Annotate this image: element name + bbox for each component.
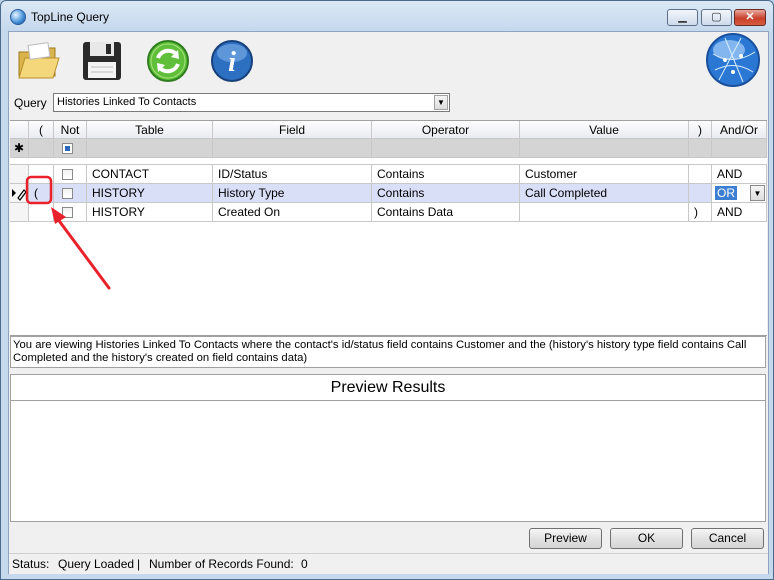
new-row[interactable]: ✱: [10, 139, 767, 158]
cell-field[interactable]: History Type: [213, 184, 372, 203]
status-separator: |: [137, 557, 141, 571]
cell-open-paren[interactable]: (: [29, 184, 54, 203]
cell-and-or[interactable]: AND: [712, 203, 767, 222]
folder-open-icon[interactable]: [15, 38, 61, 84]
status-bar: Status: Query Loaded | Number of Records…: [9, 553, 768, 574]
status-label: Status:: [12, 557, 50, 571]
cell-close-paren[interactable]: ): [689, 203, 712, 222]
new-row-operator[interactable]: [372, 139, 520, 158]
col-header-operator[interactable]: Operator: [372, 121, 520, 139]
new-row-not-checkbox[interactable]: [62, 143, 73, 154]
records-found-label: Number of Records Found:: [149, 557, 294, 571]
col-header-not[interactable]: Not: [54, 121, 87, 139]
cell-value[interactable]: [520, 203, 689, 222]
cell-value[interactable]: Customer: [520, 165, 689, 184]
records-found-value: 0: [301, 557, 308, 571]
cell-operator[interactable]: Contains: [372, 165, 520, 184]
close-button[interactable]: ✕: [734, 9, 766, 26]
preview-results-title: Preview Results: [10, 374, 766, 400]
criteria-grid: ( Not Table Field Operator Value ) And/O…: [10, 120, 767, 336]
table-row-selected[interactable]: ( HISTORY History Type Contains Call Com…: [10, 184, 767, 203]
chevron-down-icon[interactable]: ▼: [434, 95, 448, 110]
cell-table[interactable]: HISTORY: [87, 184, 213, 203]
table-row[interactable]: CONTACT ID/Status Contains Customer AND: [10, 165, 767, 184]
edit-pencil-icon: [12, 189, 27, 201]
query-label: Query: [14, 96, 47, 110]
col-header-and-or[interactable]: And/Or: [712, 121, 767, 139]
row-header[interactable]: [10, 203, 29, 222]
window-title: TopLine Query: [31, 10, 110, 24]
maximize-button[interactable]: ▢: [701, 9, 732, 26]
new-row-and-or[interactable]: [712, 139, 767, 158]
cell-not[interactable]: [54, 165, 87, 184]
preview-button[interactable]: Preview: [529, 528, 602, 549]
cell-not[interactable]: [54, 203, 87, 222]
globe-icon: [706, 33, 760, 87]
preview-results-area[interactable]: [10, 400, 766, 522]
cell-field[interactable]: Created On: [213, 203, 372, 222]
cell-open-paren[interactable]: [29, 203, 54, 222]
new-row-table[interactable]: [87, 139, 213, 158]
ok-button[interactable]: OK: [610, 528, 683, 549]
refresh-icon[interactable]: [145, 38, 191, 84]
cell-close-paren[interactable]: [689, 165, 712, 184]
chevron-down-icon[interactable]: ▼: [750, 185, 765, 201]
grid-header-row: ( Not Table Field Operator Value ) And/O…: [10, 121, 767, 139]
cell-operator[interactable]: Contains Data: [372, 203, 520, 222]
cell-not[interactable]: [54, 184, 87, 203]
not-checkbox[interactable]: [62, 169, 73, 180]
new-row-open-paren[interactable]: [29, 139, 54, 158]
row-header-corner: [10, 121, 29, 139]
and-or-combobox[interactable]: OR ▼: [712, 184, 767, 203]
col-header-value[interactable]: Value: [520, 121, 689, 139]
cell-close-paren[interactable]: [689, 184, 712, 203]
status-value: Query Loaded: [58, 557, 135, 571]
new-row-value[interactable]: [520, 139, 689, 158]
minimize-button[interactable]: ▁: [667, 9, 698, 26]
cell-table[interactable]: HISTORY: [87, 203, 213, 222]
app-window: TopLine Query ▁ ▢ ✕ i Query Histories Li…: [0, 0, 774, 580]
new-row-field[interactable]: [213, 139, 372, 158]
new-row-marker-icon: ✱: [10, 139, 29, 158]
col-header-table[interactable]: Table: [87, 121, 213, 139]
cell-table[interactable]: CONTACT: [87, 165, 213, 184]
new-row-close-paren[interactable]: [689, 139, 712, 158]
col-header-close-paren[interactable]: ): [689, 121, 712, 139]
app-globe-icon: [10, 9, 26, 25]
grid-spacer: [10, 158, 767, 165]
col-header-open-paren[interactable]: (: [29, 121, 54, 139]
cell-and-or[interactable]: AND: [712, 165, 767, 184]
col-header-field[interactable]: Field: [213, 121, 372, 139]
not-checkbox[interactable]: [62, 188, 73, 199]
query-dropdown[interactable]: Histories Linked To Contacts ▼: [53, 93, 450, 112]
cell-field[interactable]: ID/Status: [213, 165, 372, 184]
not-checkbox[interactable]: [62, 207, 73, 218]
cell-operator[interactable]: Contains: [372, 184, 520, 203]
row-header-current[interactable]: [10, 184, 29, 203]
client-area: i Query Histories Linked To Contacts ▼ (…: [8, 31, 769, 574]
cell-open-paren[interactable]: [29, 165, 54, 184]
query-description: You are viewing Histories Linked To Cont…: [10, 336, 766, 368]
table-row[interactable]: HISTORY Created On Contains Data ) AND: [10, 203, 767, 222]
cell-value[interactable]: Call Completed: [520, 184, 689, 203]
floppy-save-icon[interactable]: [79, 38, 125, 84]
svg-text:i: i: [228, 47, 236, 78]
and-or-selected-value: OR: [715, 186, 737, 200]
cancel-button[interactable]: Cancel: [691, 528, 764, 549]
row-header[interactable]: [10, 165, 29, 184]
new-row-not-cell[interactable]: [54, 139, 87, 158]
query-selected-value: Histories Linked To Contacts: [57, 96, 197, 108]
info-icon[interactable]: i: [209, 38, 255, 84]
title-bar[interactable]: TopLine Query ▁ ▢ ✕: [1, 1, 773, 31]
